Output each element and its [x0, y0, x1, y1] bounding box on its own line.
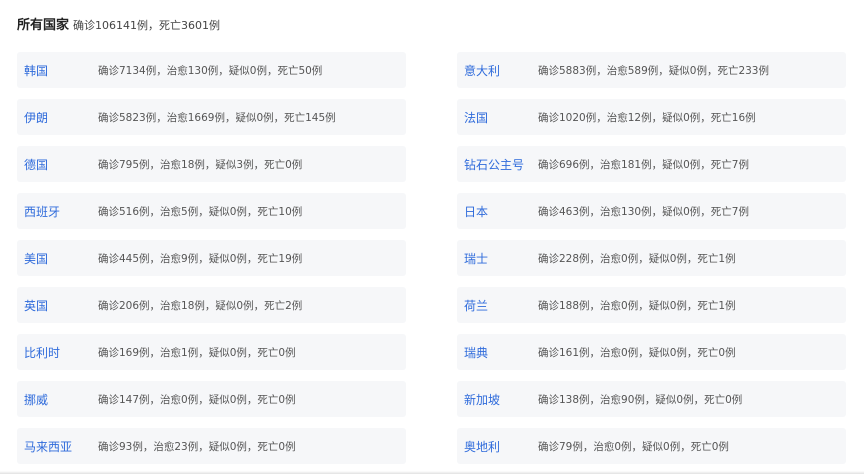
country-name[interactable]: 美国	[24, 250, 98, 267]
country-card[interactable]: 美国 确诊445例，治愈9例，疑似0例，死亡19例	[17, 240, 406, 276]
country-name[interactable]: 英国	[24, 297, 98, 314]
country-name[interactable]: 瑞士	[464, 250, 538, 267]
country-stats: 确诊445例，治愈9例，疑似0例，死亡19例	[98, 252, 303, 265]
country-stats: 确诊161例，治愈0例，疑似0例，死亡0例	[538, 346, 736, 359]
country-name[interactable]: 意大利	[464, 62, 538, 79]
country-stats: 确诊516例，治愈5例，疑似0例，死亡10例	[98, 205, 303, 218]
country-name[interactable]: 韩国	[24, 62, 98, 79]
country-name[interactable]: 西班牙	[24, 203, 98, 220]
country-name[interactable]: 荷兰	[464, 297, 538, 314]
country-stats: 确诊147例，治愈0例，疑似0例，死亡0例	[98, 393, 296, 406]
country-card[interactable]: 钻石公主号 确诊696例，治愈181例，疑似0例，死亡7例	[457, 146, 846, 182]
country-name[interactable]: 新加坡	[464, 391, 538, 408]
country-name[interactable]: 比利时	[24, 344, 98, 361]
country-stats: 确诊1020例，治愈12例，疑似0例，死亡16例	[538, 111, 756, 124]
page-title: 所有国家	[17, 18, 70, 33]
country-name[interactable]: 德国	[24, 156, 98, 173]
country-stats: 确诊795例，治愈18例，疑似3例，死亡0例	[98, 158, 303, 171]
country-stats: 确诊5883例，治愈589例，疑似0例，死亡233例	[538, 64, 769, 77]
country-stats: 确诊138例，治愈90例，疑似0例，死亡0例	[538, 393, 743, 406]
country-card[interactable]: 比利时 确诊169例，治愈1例，疑似0例，死亡0例	[17, 334, 406, 370]
country-card[interactable]: 瑞典 确诊161例，治愈0例，疑似0例，死亡0例	[457, 334, 846, 370]
country-card[interactable]: 荷兰 确诊188例，治愈0例，疑似0例，死亡1例	[457, 287, 846, 323]
country-name[interactable]: 马来西亚	[24, 438, 98, 455]
country-stats: 确诊206例，治愈18例，疑似0例，死亡2例	[98, 299, 303, 312]
country-stats: 确诊696例，治愈181例，疑似0例，死亡7例	[538, 158, 749, 171]
country-grid: 韩国 确诊7134例，治愈130例，疑似0例，死亡50例 意大利 确诊5883例，治…	[17, 52, 846, 464]
country-card[interactable]: 英国 确诊206例，治愈18例，疑似0例，死亡2例	[17, 287, 406, 323]
country-stats: 确诊7134例，治愈130例，疑似0例，死亡50例	[98, 64, 323, 77]
global-summary: 确诊106141例，死亡3601例	[73, 19, 221, 32]
country-card[interactable]: 德国 确诊795例，治愈18例，疑似3例，死亡0例	[17, 146, 406, 182]
page-header: 所有国家 确诊106141例，死亡3601例	[17, 14, 220, 33]
country-card[interactable]: 伊朗 确诊5823例，治愈1669例，疑似0例，死亡145例	[17, 99, 406, 135]
country-card[interactable]: 意大利 确诊5883例，治愈589例，疑似0例，死亡233例	[457, 52, 846, 88]
country-card[interactable]: 韩国 确诊7134例，治愈130例，疑似0例，死亡50例	[17, 52, 406, 88]
country-stats: 确诊79例，治愈0例，疑似0例，死亡0例	[538, 440, 729, 453]
country-card[interactable]: 法国 确诊1020例，治愈12例，疑似0例，死亡16例	[457, 99, 846, 135]
country-stats: 确诊188例，治愈0例，疑似0例，死亡1例	[538, 299, 736, 312]
country-name[interactable]: 钻石公主号	[464, 156, 538, 173]
country-name[interactable]: 瑞典	[464, 344, 538, 361]
country-name[interactable]: 挪威	[24, 391, 98, 408]
country-card[interactable]: 马来西亚 确诊93例，治愈23例，疑似0例，死亡0例	[17, 428, 406, 464]
country-card[interactable]: 奥地利 确诊79例，治愈0例，疑似0例，死亡0例	[457, 428, 846, 464]
country-stats: 确诊93例，治愈23例，疑似0例，死亡0例	[98, 440, 296, 453]
country-card[interactable]: 挪威 确诊147例，治愈0例，疑似0例，死亡0例	[17, 381, 406, 417]
country-stats: 确诊463例，治愈130例，疑似0例，死亡7例	[538, 205, 749, 218]
country-card[interactable]: 日本 确诊463例，治愈130例，疑似0例，死亡7例	[457, 193, 846, 229]
country-card[interactable]: 瑞士 确诊228例，治愈0例，疑似0例，死亡1例	[457, 240, 846, 276]
country-name[interactable]: 伊朗	[24, 109, 98, 126]
country-name[interactable]: 日本	[464, 203, 538, 220]
country-stats: 确诊169例，治愈1例，疑似0例，死亡0例	[98, 346, 296, 359]
country-card[interactable]: 西班牙 确诊516例，治愈5例，疑似0例，死亡10例	[17, 193, 406, 229]
country-stats: 确诊228例，治愈0例，疑似0例，死亡1例	[538, 252, 736, 265]
country-card[interactable]: 新加坡 确诊138例，治愈90例，疑似0例，死亡0例	[457, 381, 846, 417]
country-name[interactable]: 法国	[464, 109, 538, 126]
country-stats: 确诊5823例，治愈1669例，疑似0例，死亡145例	[98, 111, 336, 124]
country-name[interactable]: 奥地利	[464, 438, 538, 455]
